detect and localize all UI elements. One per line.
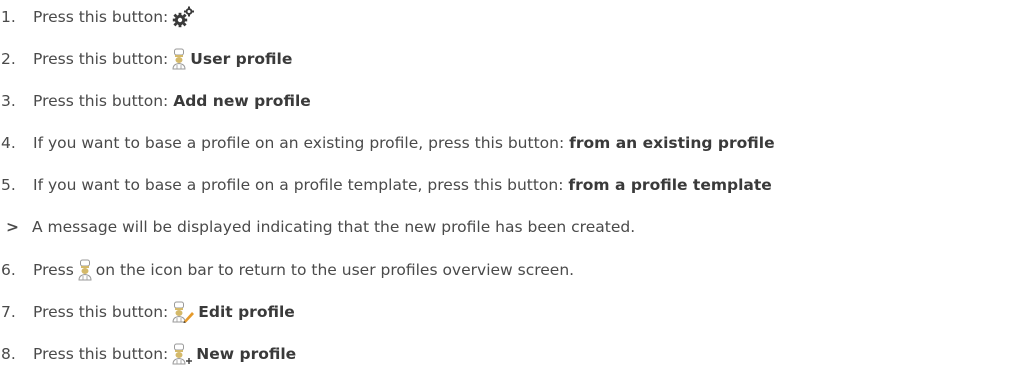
step-2: 2. Press this button: User profile [0,44,292,74]
step-number: 8. [1,345,16,363]
edit-profile-button[interactable]: Edit profile [198,303,295,321]
step-5: 5. If you want to base a profile on a pr… [0,170,772,200]
gears-icon [171,6,195,28]
add-new-profile-button[interactable]: Add new profile [173,92,311,110]
step-4: 4. If you want to base a profile on an e… [0,128,775,158]
step-text: Press this button: [33,92,169,110]
step-text-after: on the icon bar to return to the user pr… [95,261,575,279]
step-text: Press this button: [33,345,169,363]
step-3: 3. Press this button: Add new profile [0,86,311,116]
chef-add-icon [171,343,193,365]
step-text: Press this button: [33,50,169,68]
step-1: 1. Press this button: [0,2,198,32]
result-arrow: > [6,218,19,236]
step-number: 2. [1,50,16,68]
step-8: 8. Press this button: New profile [0,339,296,369]
step-result: > A message will be displayed indicating… [0,212,635,242]
step-text: Press this button: [33,8,169,26]
from-profile-template-button[interactable]: from a profile template [568,176,771,194]
chef-edit-icon [171,301,195,323]
result-text: A message will be displayed indicating t… [32,218,636,236]
step-text: If you want to base a profile on a profi… [33,176,564,194]
step-6: 6. Press on the icon bar to return to th… [0,255,574,285]
step-text: If you want to base a profile on an exis… [33,134,565,152]
step-number: 6. [1,261,16,279]
step-number: 1. [1,8,16,26]
chef-user-icon [77,259,93,281]
instruction-list: 1. Press this button: 2. Press this butt… [0,0,1011,389]
chef-user-icon [171,48,187,70]
step-7: 7. Press this button: Edit profile [0,297,295,327]
step-number: 7. [1,303,16,321]
new-profile-button[interactable]: New profile [196,345,296,363]
user-profile-button[interactable]: User profile [190,50,292,68]
step-number: 5. [1,176,16,194]
step-number: 4. [1,134,16,152]
step-text: Press this button: [33,303,169,321]
step-number: 3. [1,92,16,110]
from-existing-profile-button[interactable]: from an existing profile [569,134,774,152]
step-text-before: Press [33,261,74,279]
